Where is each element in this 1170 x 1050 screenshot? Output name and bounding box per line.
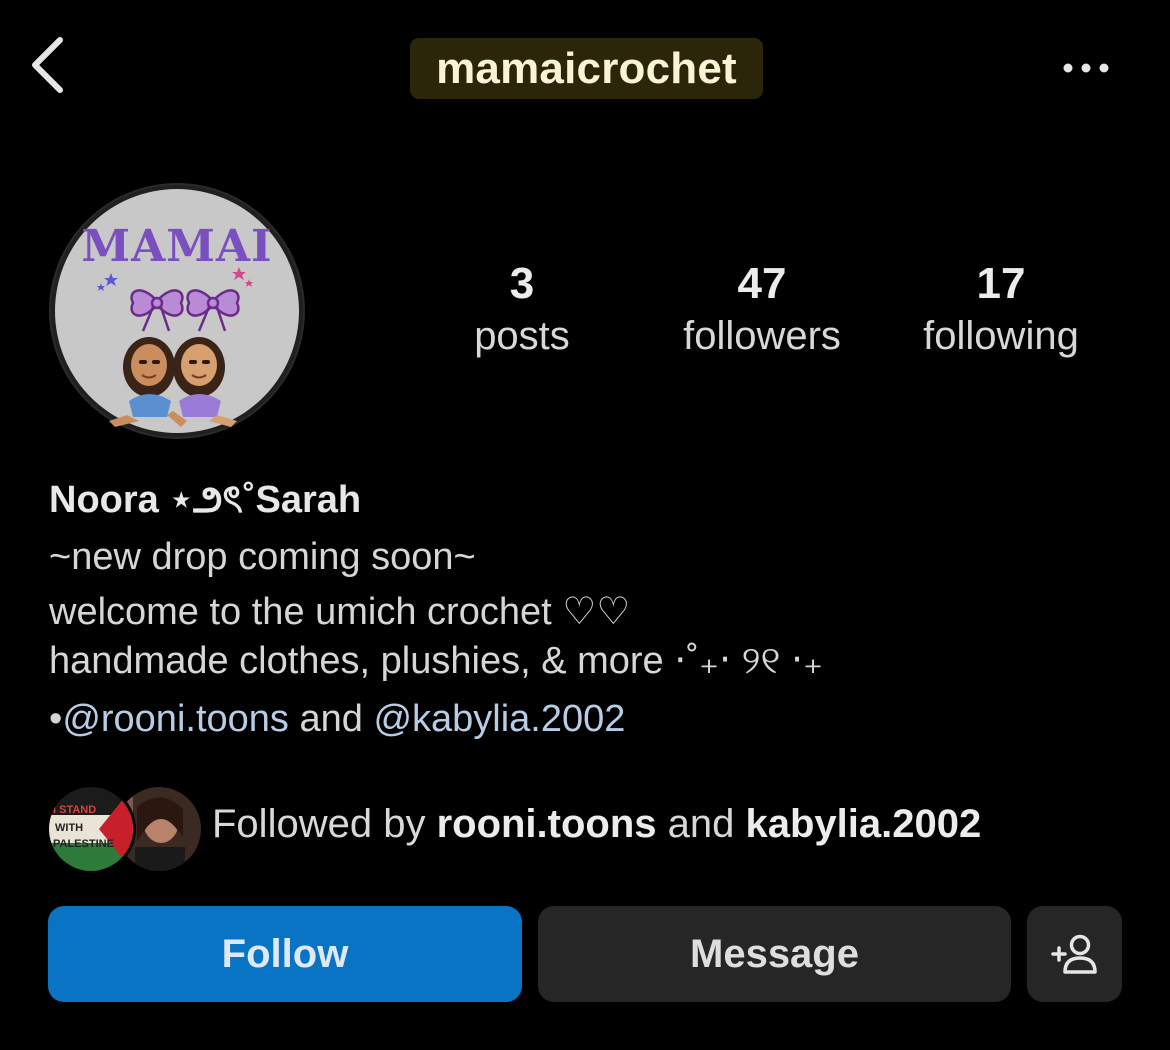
chevron-left-icon — [32, 37, 63, 93]
bullet-symbol: • — [49, 698, 63, 740]
svg-text:MAMAI: MAMAI — [81, 221, 272, 272]
followers-label: followers — [683, 314, 841, 358]
more-options-button[interactable] — [1055, 45, 1117, 91]
bio-mentions: •@rooni.toons and @kabylia.2002 — [49, 698, 625, 741]
suggest-users-button[interactable] — [1027, 906, 1122, 1002]
followed-by-prefix: Followed by — [212, 802, 437, 846]
posts-stat[interactable]: 3 posts — [422, 258, 622, 362]
avatar-image: MAMAI — [51, 185, 303, 437]
follower-avatar-1: I STAND WITH PALESTINE — [46, 784, 136, 874]
following-stat[interactable]: 17 following — [901, 258, 1101, 362]
display-name: Noora ⋆౨ৎ˚Sarah — [49, 479, 362, 521]
bio-line-2: welcome to the umich crochet ♡♡ — [49, 591, 631, 633]
svg-text:WITH: WITH — [55, 822, 83, 834]
followers-count: 47 — [737, 259, 787, 308]
bio-line-1: ~new drop coming soon~ — [49, 536, 476, 578]
message-button[interactable]: Message — [538, 906, 1011, 1002]
followed-by-and: and — [656, 802, 746, 846]
follow-button-label: Follow — [221, 931, 349, 976]
mentions-and-text: and — [288, 698, 374, 740]
username-title: mamaicrochet — [410, 38, 763, 99]
username-text: mamaicrochet — [436, 43, 737, 93]
svg-text:I STAND: I STAND — [53, 804, 96, 816]
following-label: following — [923, 314, 1079, 358]
followed-by-avatars[interactable]: I STAND WITH PALESTINE — [46, 784, 204, 874]
followers-stat[interactable]: 47 followers — [662, 258, 862, 362]
svg-text:PALESTINE: PALESTINE — [53, 838, 114, 850]
posts-label: posts — [474, 314, 570, 358]
back-button[interactable] — [22, 30, 72, 100]
mention-link-1[interactable]: @rooni.toons — [62, 698, 289, 740]
follow-button[interactable]: Follow — [48, 906, 522, 1002]
profile-avatar[interactable]: MAMAI — [49, 183, 305, 439]
followed-by-user-1: rooni.toons — [436, 802, 657, 846]
following-count: 17 — [976, 259, 1026, 308]
bio-line-3: handmade clothes, plushies, & more ⋅˚₊‧ … — [49, 640, 824, 682]
followed-by-user-2: kabylia.2002 — [745, 802, 982, 846]
mention-link-2[interactable]: @kabylia.2002 — [373, 698, 625, 740]
add-person-icon — [1050, 934, 1097, 974]
more-horizontal-icon — [1063, 63, 1109, 73]
message-button-label: Message — [690, 931, 859, 976]
followed-by-text[interactable]: Followed by rooni.toons and kabylia.2002 — [212, 802, 981, 847]
posts-count: 3 — [509, 259, 535, 308]
